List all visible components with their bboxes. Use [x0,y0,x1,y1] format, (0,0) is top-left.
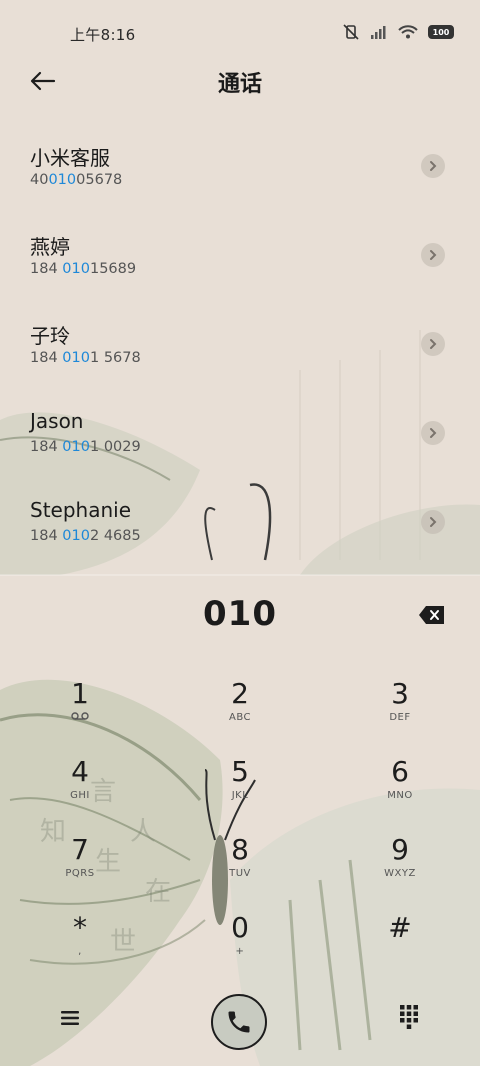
key-1[interactable]: 1 [20,672,140,744]
contact-number: 184 0101 5678 [30,350,141,366]
key-3[interactable]: 3 DEF [340,672,460,744]
status-bar: 上午8:16 100 [0,0,480,66]
key-star[interactable]: * , [20,906,140,978]
page-title: 通话 [217,72,262,97]
vibrate-off-icon [342,24,360,40]
divider [0,574,480,576]
contact-details-button[interactable] [421,421,445,445]
contact-number: 4001005678 [30,172,123,188]
signal-icon [370,25,388,39]
key-letters: DEF [389,712,411,723]
key-5[interactable]: 5 JKL [180,750,300,822]
chevron-right-icon [430,250,437,260]
contact-details-button[interactable] [421,332,445,356]
backspace-icon [419,606,444,624]
svg-text:在: 在 [145,877,171,907]
dialpad-toggle-button[interactable] [398,1004,420,1030]
wifi-icon [398,25,418,39]
contact-row[interactable]: 子玲 184 0101 5678 [0,310,480,399]
key-9[interactable]: 9 WXYZ [340,828,460,900]
contact-number: 184 0102 4685 [30,528,141,544]
key-letters: WXYZ [384,868,416,879]
key-letters: ABC [228,712,251,723]
key-0[interactable]: 0 + [180,906,300,978]
contact-row[interactable]: Stephanie 184 0102 4685 [0,488,480,577]
call-button[interactable] [211,994,267,1050]
contact-name: Stephanie [30,498,132,522]
key-digit: 7 [71,833,89,866]
contact-row[interactable]: Jason 184 0101 0029 [0,399,480,488]
status-icons: 100 [342,24,454,40]
battery-icon: 100 [428,25,454,39]
key-digit: 2 [231,677,249,710]
chevron-right-icon [430,339,437,349]
contact-row[interactable]: 燕婷 184 01015689 [0,221,480,310]
key-2[interactable]: 2 ABC [180,672,300,744]
key-letters: , [78,946,82,957]
key-8[interactable]: 8 TUV [180,828,300,900]
bottom-bar [0,992,480,1052]
contact-name: 燕婷 [30,235,70,259]
key-digit: 5 [231,755,249,788]
key-digit: 3 [391,677,409,710]
chevron-right-icon [430,428,437,438]
menu-icon [61,1011,79,1025]
key-digit: 6 [391,755,409,788]
contact-number: 184 0101 0029 [30,439,141,455]
key-hash[interactable]: # [340,906,460,978]
contact-row[interactable]: 小米客服 4001005678 [0,132,480,221]
contact-name: 小米客服 [30,146,110,170]
key-digit: 1 [71,677,89,710]
key-7[interactable]: 7 PQRS [20,828,140,900]
dialpad-icon [400,1005,418,1029]
contact-details-button[interactable] [421,510,445,534]
contact-name: Jason [30,409,84,433]
key-digit: 9 [391,833,409,866]
key-letters: TUV [229,868,251,879]
key-4[interactable]: 4 GHI [20,750,140,822]
key-letters: GHI [70,790,90,801]
key-letters: MNO [387,790,413,801]
voicemail-icon [20,712,140,723]
key-digit: * [73,911,87,944]
key-letters: + [235,946,245,957]
key-digit: 0 [231,911,249,944]
chevron-right-icon [430,517,437,527]
header: 通话 [0,58,480,104]
menu-button[interactable] [58,1006,82,1030]
backspace-button[interactable] [418,604,446,626]
contact-details-button[interactable] [421,243,445,267]
key-digit: 8 [231,833,249,866]
key-letters: PQRS [65,868,95,879]
contact-list: 小米客服 4001005678 燕婷 184 01015689 子玲 184 0… [0,132,480,577]
contact-name: 子玲 [30,324,70,348]
key-letters: JKL [231,790,249,801]
key-digit: # [388,911,412,944]
key-digit: 4 [71,755,89,788]
dialed-number[interactable]: 010 [0,594,480,634]
phone-icon [228,1011,250,1033]
status-time: 上午8:16 [70,26,136,44]
contact-number: 184 01015689 [30,261,137,277]
key-6[interactable]: 6 MNO [340,750,460,822]
dial-display: 010 [0,592,480,644]
contact-details-button[interactable] [421,154,445,178]
chevron-right-icon [430,161,437,171]
